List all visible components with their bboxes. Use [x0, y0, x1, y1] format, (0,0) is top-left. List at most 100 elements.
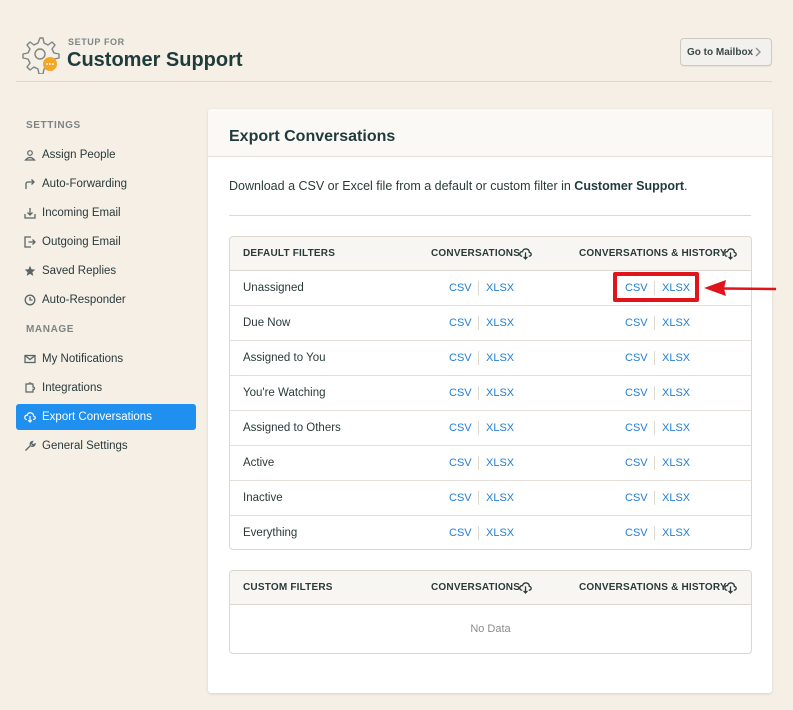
- sidebar-item-incoming-email[interactable]: Incoming Email: [16, 200, 196, 226]
- csv-history-link[interactable]: CSV: [625, 352, 648, 364]
- wrench-icon: [25, 440, 36, 451]
- table-header: DEFAULT FILTERS CONVERSATIONS CONVERSATI…: [230, 237, 751, 271]
- link-divider: [478, 421, 479, 435]
- link-divider: [478, 351, 479, 365]
- link-divider: [478, 316, 479, 330]
- intro-prefix: Download a CSV or Excel file from a defa…: [229, 179, 575, 193]
- sidebar-item-my-notifications[interactable]: My Notifications: [16, 346, 196, 372]
- link-divider: [654, 491, 655, 505]
- sidebar-section-settings: SETTINGS: [26, 120, 81, 131]
- sidebar-item-label: General Settings: [42, 440, 128, 452]
- page-title: Customer Support: [67, 49, 243, 71]
- sidebar-item-auto-responder[interactable]: Auto-Responder: [16, 287, 196, 313]
- inbox-download-icon: [24, 208, 36, 219]
- sidebar-item-export-conversations[interactable]: Export Conversations: [16, 404, 196, 430]
- xlsx-conversations-link[interactable]: XLSX: [486, 457, 514, 469]
- forward-arrow-icon: [25, 179, 35, 189]
- column-header-conversations: CONVERSATIONS: [431, 582, 521, 593]
- table-row: Everything CSV XLSX CSV XLSX: [230, 516, 751, 549]
- csv-conversations-link[interactable]: CSV: [449, 492, 472, 504]
- csv-conversations-link[interactable]: CSV: [449, 352, 472, 364]
- clock-icon: [24, 294, 36, 306]
- filter-name: You're Watching: [243, 387, 326, 399]
- sidebar-item-general-settings[interactable]: General Settings: [16, 433, 196, 459]
- xlsx-conversations-link[interactable]: XLSX: [486, 527, 514, 539]
- sidebar-item-outgoing-email[interactable]: Outgoing Email: [16, 229, 196, 255]
- sidebar-item-integrations[interactable]: Integrations: [16, 375, 196, 401]
- xlsx-history-link[interactable]: XLSX: [662, 457, 690, 469]
- custom-filters-table: CUSTOM FILTERS CONVERSATIONS CONVERSATIO…: [229, 570, 752, 654]
- xlsx-history-link[interactable]: XLSX: [662, 492, 690, 504]
- table-row: Active CSV XLSX CSV XLSX: [230, 446, 751, 481]
- table-row: Due Now CSV XLSX CSV XLSX: [230, 306, 751, 341]
- link-divider: [654, 351, 655, 365]
- column-header-history: CONVERSATIONS & HISTORY: [579, 248, 727, 259]
- csv-conversations-link[interactable]: CSV: [449, 527, 472, 539]
- link-divider: [478, 456, 479, 470]
- sidebar-item-label: Saved Replies: [42, 265, 117, 277]
- sidebar-item-label: Outgoing Email: [42, 236, 121, 248]
- sidebar-item-label: Assign People: [42, 149, 116, 161]
- csv-conversations-link[interactable]: CSV: [449, 422, 472, 434]
- csv-conversations-link[interactable]: CSV: [449, 317, 472, 329]
- cloud-download-icon: [519, 582, 532, 594]
- csv-conversations-link[interactable]: CSV: [449, 282, 472, 294]
- sidebar-item-auto-forwarding[interactable]: Auto-Forwarding: [16, 171, 196, 197]
- table-header: CUSTOM FILTERS CONVERSATIONS CONVERSATIO…: [230, 571, 751, 605]
- link-divider: [478, 491, 479, 505]
- filter-name: Inactive: [243, 492, 283, 504]
- csv-history-link[interactable]: CSV: [625, 492, 648, 504]
- puzzle-icon: [25, 382, 36, 393]
- link-divider: [478, 281, 479, 295]
- xlsx-history-link[interactable]: XLSX: [662, 527, 690, 539]
- intro-suffix: .: [684, 179, 688, 193]
- table-row: Assigned to Others CSV XLSX CSV XLSX: [230, 411, 751, 446]
- xlsx-conversations-link[interactable]: XLSX: [486, 317, 514, 329]
- csv-history-link[interactable]: CSV: [625, 387, 648, 399]
- filter-name: Active: [243, 457, 275, 469]
- link-divider: [654, 456, 655, 470]
- intro-mailbox-name: Customer Support: [574, 179, 685, 193]
- sidebar-item-assign-people[interactable]: Assign People: [16, 142, 196, 168]
- xlsx-history-link[interactable]: XLSX: [662, 317, 690, 329]
- sidebar-item-label: Incoming Email: [42, 207, 121, 219]
- link-divider: [654, 316, 655, 330]
- filter-name: Assigned to You: [243, 352, 326, 364]
- xlsx-history-link[interactable]: XLSX: [662, 387, 690, 399]
- empty-state-text: No Data: [470, 623, 511, 635]
- xlsx-conversations-link[interactable]: XLSX: [486, 352, 514, 364]
- highlight-box: [613, 272, 699, 302]
- column-header-filters: DEFAULT FILTERS: [243, 248, 336, 259]
- cloud-download-icon: [519, 248, 532, 260]
- column-header-history: CONVERSATIONS & HISTORY: [579, 582, 727, 593]
- chevron-right-icon: [755, 47, 761, 57]
- xlsx-conversations-link[interactable]: XLSX: [486, 492, 514, 504]
- go-to-mailbox-button[interactable]: Go to Mailbox: [680, 38, 772, 66]
- xlsx-history-link[interactable]: XLSX: [662, 352, 690, 364]
- xlsx-conversations-link[interactable]: XLSX: [486, 282, 514, 294]
- table-row: Assigned to You CSV XLSX CSV XLSX: [230, 341, 751, 376]
- csv-history-link[interactable]: CSV: [625, 457, 648, 469]
- sidebar-item-label: Auto-Forwarding: [42, 178, 128, 190]
- cloud-download-icon: [24, 412, 36, 423]
- filter-name: Due Now: [243, 317, 291, 329]
- sidebar-item-label: My Notifications: [42, 353, 124, 365]
- panel-title: Export Conversations: [208, 109, 772, 157]
- sidebar-section-manage: MANAGE: [26, 324, 75, 335]
- csv-history-link[interactable]: CSV: [625, 527, 648, 539]
- csv-history-link[interactable]: CSV: [625, 317, 648, 329]
- column-header-conversations: CONVERSATIONS: [431, 248, 521, 259]
- xlsx-history-link[interactable]: XLSX: [662, 422, 690, 434]
- link-divider: [654, 386, 655, 400]
- sidebar-item-label: Integrations: [42, 382, 103, 394]
- xlsx-conversations-link[interactable]: XLSX: [486, 422, 514, 434]
- csv-history-link[interactable]: CSV: [625, 422, 648, 434]
- setup-for-label: SETUP FOR: [68, 37, 125, 47]
- xlsx-conversations-link[interactable]: XLSX: [486, 387, 514, 399]
- sidebar-item-label: Auto-Responder: [42, 294, 126, 306]
- csv-conversations-link[interactable]: CSV: [449, 457, 472, 469]
- csv-conversations-link[interactable]: CSV: [449, 387, 472, 399]
- sidebar-item-saved-replies[interactable]: Saved Replies: [16, 258, 196, 284]
- link-divider: [654, 421, 655, 435]
- outbox-icon: [24, 236, 36, 248]
